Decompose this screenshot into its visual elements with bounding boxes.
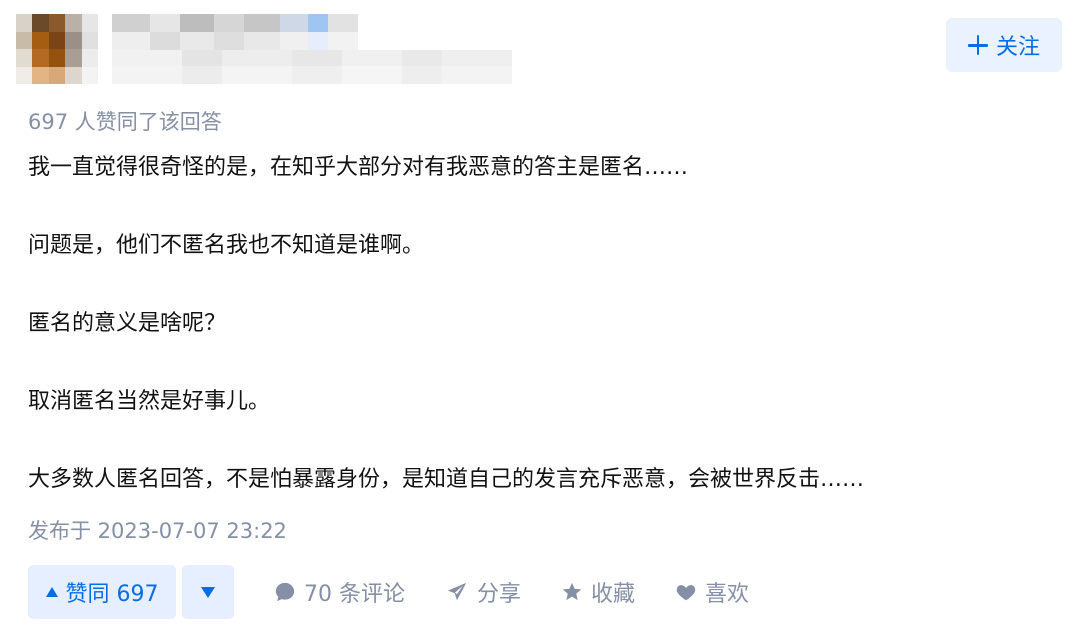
publish-time[interactable]: 发布于 2023-07-07 23:22 (28, 515, 287, 545)
downvote-button[interactable] (182, 565, 234, 619)
heart-icon (676, 585, 696, 601)
answer-actions: 赞同 697 70 条评论 分享 收藏 喜欢 (28, 565, 749, 619)
upvote-label: 赞同 697 (65, 582, 159, 607)
comment-bubble-icon (275, 582, 295, 602)
collect-label: 收藏 (591, 582, 636, 607)
answer-paragraph: 匿名的意义是啥呢？ (28, 311, 227, 336)
follow-button[interactable]: 关注 (946, 18, 1062, 72)
triangle-up-icon (45, 587, 58, 597)
comment-button[interactable]: 70 条评论 (274, 576, 405, 608)
answer-content: 我一直觉得很奇怪的是，在知乎大部分对有我恶意的答主是匿名…… 问题是，他们不匿名… (28, 150, 1058, 540)
paper-plane-icon (447, 582, 467, 601)
author-name-blurred[interactable] (112, 14, 522, 84)
collect-button[interactable]: 收藏 (561, 576, 635, 608)
share-label: 分享 (477, 582, 522, 607)
answer-paragraph: 取消匿名当然是好事儿。 (28, 389, 271, 414)
triangle-down-icon (201, 586, 215, 598)
author-avatar[interactable] (16, 14, 98, 84)
answer-paragraph: 大多数人匿名回答，不是怕暴露身份，是知道自己的发言充斥恶意，会被世界反击…… (28, 467, 865, 492)
like-label: 喜欢 (705, 582, 750, 607)
plus-icon (967, 35, 988, 55)
answer-paragraph: 我一直觉得很奇怪的是，在知乎大部分对有我恶意的答主是匿名…… (28, 155, 689, 180)
follow-button-label: 关注 (995, 35, 1040, 60)
comment-label: 70 条评论 (304, 582, 405, 607)
share-button[interactable]: 分享 (445, 576, 521, 608)
upvote-button[interactable]: 赞同 697 (28, 565, 176, 619)
star-icon (562, 582, 582, 601)
vote-summary: 697 人赞同了该回答 (28, 110, 222, 134)
answer-paragraph: 问题是，他们不匿名我也不知道是谁啊。 (28, 233, 425, 258)
like-button[interactable]: 喜欢 (675, 576, 749, 608)
